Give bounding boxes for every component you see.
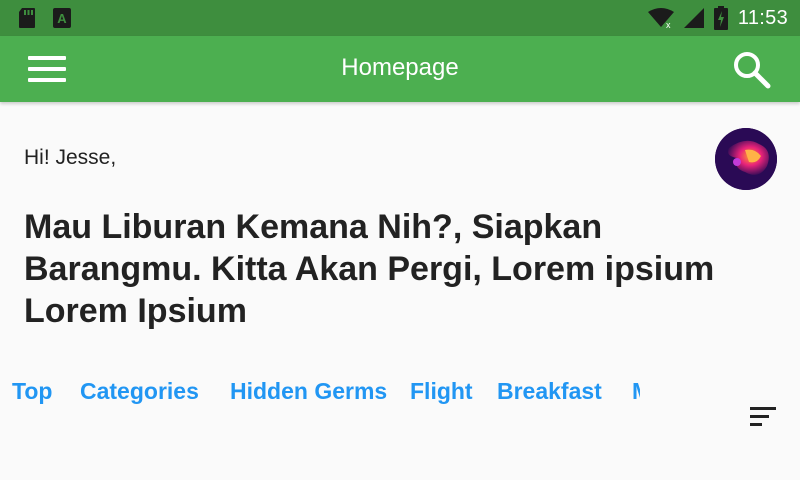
wifi-icon: x <box>647 8 674 28</box>
tab-categories[interactable]: Categories <box>80 378 199 405</box>
headline: Mau Liburan Kemana Nih?, Siapkan Barangm… <box>24 208 715 330</box>
svg-text:x: x <box>666 20 671 28</box>
search-icon[interactable] <box>732 50 772 90</box>
greeting-text: Hi! Jesse, <box>24 146 117 169</box>
svg-text:A: A <box>57 11 67 26</box>
sort-filter-icon[interactable] <box>750 407 782 433</box>
signal-icon <box>683 8 704 28</box>
page-title: Homepage <box>341 54 459 81</box>
app-notification-icon: A <box>53 8 71 28</box>
status-bar: A x 11:53 <box>0 0 800 36</box>
battery-icon <box>713 6 728 30</box>
category-tabs: Top Categories Hidden Germs Flight Break… <box>0 378 640 414</box>
tab-flight[interactable]: Flight <box>410 378 473 405</box>
status-time: 11:53 <box>737 6 788 29</box>
sd-card-icon <box>19 8 35 28</box>
tab-top[interactable]: Top <box>12 378 52 405</box>
tab-breakfast[interactable]: Breakfast <box>497 378 602 405</box>
app-bar: Homepage <box>0 36 800 102</box>
tab-hidden-germs[interactable]: Hidden Germs <box>230 378 387 405</box>
tab-more[interactable]: M <box>632 378 640 405</box>
avatar[interactable] <box>715 128 777 190</box>
